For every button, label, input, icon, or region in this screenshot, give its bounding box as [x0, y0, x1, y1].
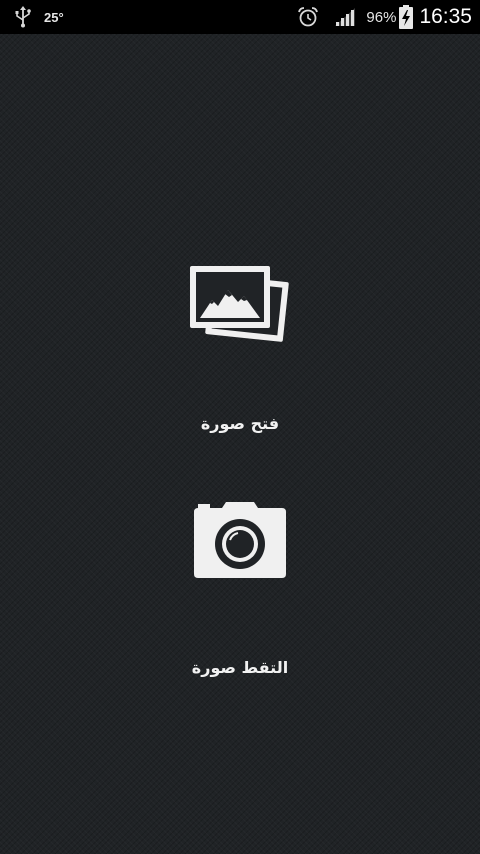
temperature-text: 25°: [44, 9, 64, 25]
battery-percent-text: 96%: [366, 8, 397, 26]
clock-time: 16:35: [419, 5, 472, 28]
alarm-icon: [298, 7, 319, 27]
status-bar: 25° 96% 16:35: [0, 0, 480, 34]
usb-icon: [15, 6, 31, 28]
gallery-icon: [190, 266, 289, 342]
open-photo-button[interactable]: فتح صورة: [140, 262, 340, 433]
take-photo-button[interactable]: التقط صورة: [140, 500, 340, 677]
battery-charging-icon: [399, 5, 414, 29]
take-photo-label: التقط صورة: [191, 658, 289, 677]
camera-icon: [194, 502, 286, 578]
signal-icon: [335, 8, 356, 26]
status-bar-right: 96% 16:35: [297, 0, 472, 34]
status-bar-left: 25°: [14, 0, 64, 34]
open-photo-label: فتح صورة: [200, 414, 280, 433]
